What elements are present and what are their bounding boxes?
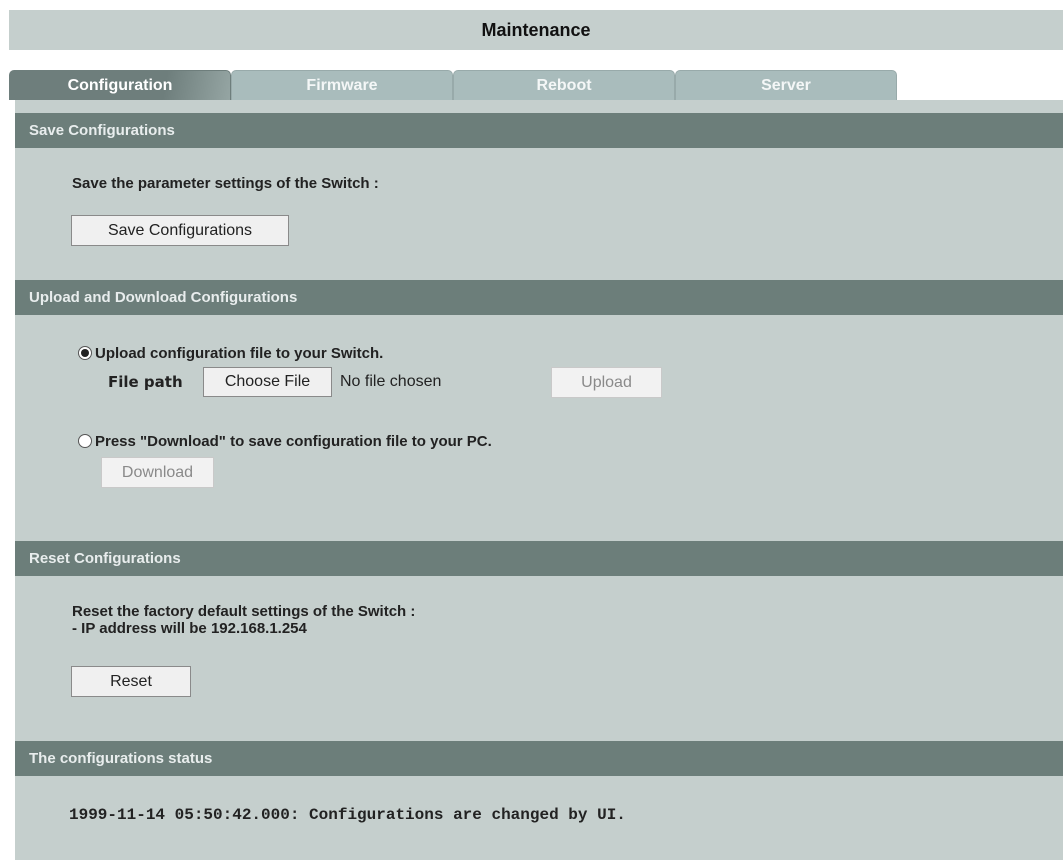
tab-bar: Configuration Firmware Reboot Server	[9, 70, 1063, 100]
save-description: Save the parameter settings of the Switc…	[72, 175, 379, 192]
download-radio[interactable]	[78, 434, 92, 448]
tab-firmware[interactable]: Firmware	[231, 70, 453, 100]
upload-download-section-header: Upload and Download Configurations	[15, 280, 1063, 315]
save-section-header: Save Configurations	[15, 113, 1063, 148]
download-option-label: Press "Download" to save configuration f…	[95, 433, 492, 450]
no-file-chosen-text: No file chosen	[340, 373, 442, 390]
status-section-header: The configurations status	[15, 741, 1063, 776]
reset-description-line1: Reset the factory default settings of th…	[72, 603, 416, 620]
choose-file-button[interactable]: Choose File	[203, 367, 332, 397]
reset-button[interactable]: Reset	[71, 666, 191, 697]
upload-option-label: Upload configuration file to your Switch…	[95, 345, 384, 362]
upload-button[interactable]: Upload	[551, 367, 662, 398]
tab-reboot[interactable]: Reboot	[453, 70, 675, 100]
upload-radio[interactable]	[78, 346, 92, 360]
file-path-label: File path	[108, 373, 183, 391]
reset-description-line2: - IP address will be 192.168.1.254	[72, 620, 307, 637]
page-title: Maintenance	[9, 10, 1063, 50]
configuration-panel: Save Configurations Save the parameter s…	[15, 100, 1063, 860]
tab-server[interactable]: Server	[675, 70, 897, 100]
status-message: 1999-11-14 05:50:42.000: Configurations …	[69, 806, 626, 824]
reset-section-header: Reset Configurations	[15, 541, 1063, 576]
download-button[interactable]: Download	[101, 457, 214, 488]
tab-configuration[interactable]: Configuration	[9, 70, 231, 100]
save-configurations-button[interactable]: Save Configurations	[71, 215, 289, 246]
